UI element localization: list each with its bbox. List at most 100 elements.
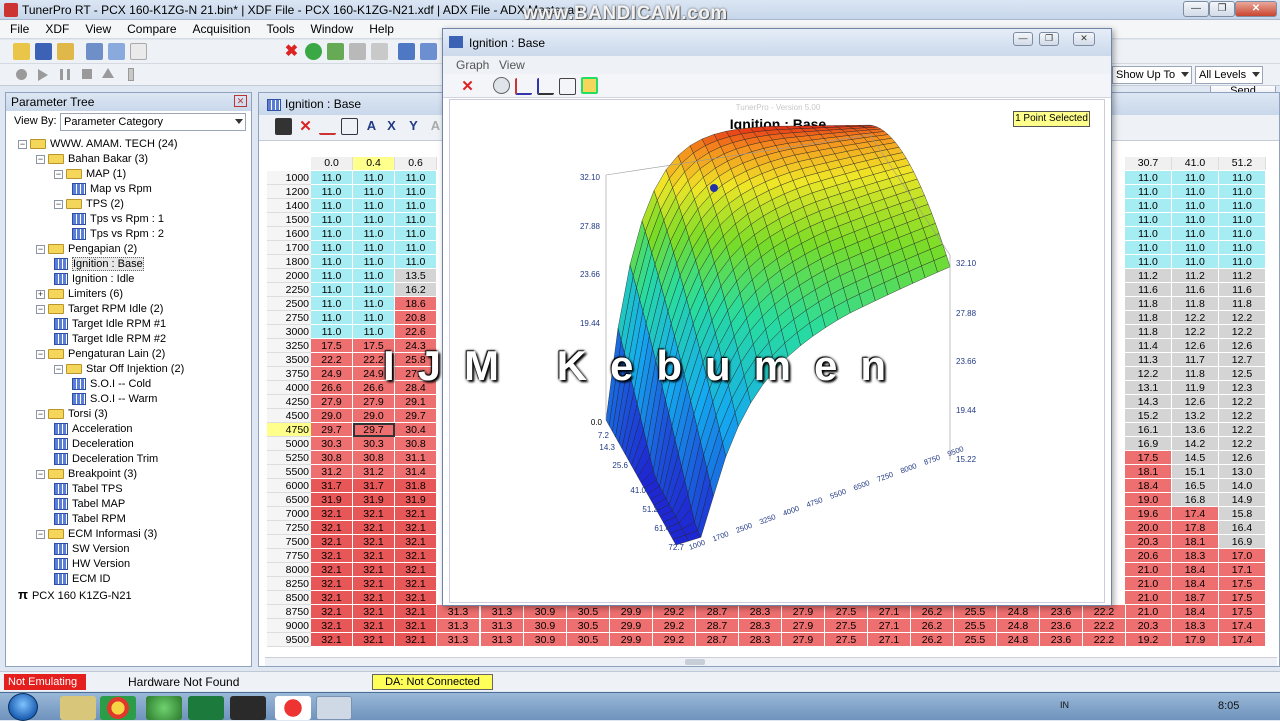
table-cell[interactable]: 18.1: [1125, 465, 1172, 479]
menu-xdf[interactable]: XDF: [35, 20, 75, 36]
table-cell[interactable]: 22.2: [1083, 619, 1126, 633]
table-cell[interactable]: 27.9: [353, 395, 395, 409]
row-header[interactable]: 5500: [267, 465, 311, 479]
table-cell[interactable]: 22.6: [395, 325, 437, 339]
table-cell[interactable]: 31.4: [395, 465, 437, 479]
column-header[interactable]: 30.7: [1125, 157, 1172, 170]
tree-node[interactable]: Deceleration Trim: [54, 452, 158, 467]
table-cell[interactable]: 30.5: [567, 633, 610, 647]
table-cell[interactable]: 15.1: [1172, 465, 1219, 479]
copy-icon[interactable]: [108, 43, 125, 60]
table-cell[interactable]: 12.6: [1219, 451, 1266, 465]
table-cell[interactable]: 11.0: [353, 213, 395, 227]
table-cell[interactable]: 16.8: [1172, 493, 1219, 507]
collapse-icon[interactable]: −: [36, 349, 45, 359]
table-cell[interactable]: 18.1: [1172, 535, 1219, 549]
table-cell[interactable]: 32.1: [353, 563, 395, 577]
table-cell[interactable]: 32.1: [311, 577, 353, 591]
table-cell[interactable]: 12.2: [1172, 311, 1219, 325]
pause-icon[interactable]: [60, 69, 70, 80]
table-cell[interactable]: 11.0: [1219, 199, 1266, 213]
table-cell[interactable]: 16.1: [1125, 423, 1172, 437]
table-cell[interactable]: 11.0: [311, 199, 353, 213]
table-cell[interactable]: 32.1: [311, 619, 353, 633]
table-cell[interactable]: 23.6: [1040, 605, 1083, 619]
column-header[interactable]: 41.0: [1172, 157, 1219, 170]
menu-file[interactable]: File: [0, 20, 35, 36]
collapse-icon[interactable]: −: [36, 304, 45, 314]
table-cell[interactable]: 31.3: [437, 605, 480, 619]
row-header[interactable]: 7750: [267, 549, 311, 563]
table-cell[interactable]: 18.3: [1172, 619, 1219, 633]
tree-node[interactable]: − TPS (2): [54, 197, 124, 212]
table-cell[interactable]: 21.0: [1125, 605, 1172, 619]
row-header[interactable]: 4250: [267, 395, 311, 409]
table-cell[interactable]: 29.1: [395, 395, 437, 409]
tree-node[interactable]: π PCX 160 K1ZG-N21: [18, 587, 132, 602]
table-cell[interactable]: 21.0: [1125, 563, 1172, 577]
row-header[interactable]: 1800: [267, 255, 311, 269]
tree-node[interactable]: − Star Off Injektion (2): [54, 362, 184, 377]
all-levels-dropdown[interactable]: All Levels: [1195, 66, 1263, 84]
table-cell[interactable]: 29.2: [653, 633, 696, 647]
table-cell[interactable]: 11.0: [311, 171, 353, 185]
table-cell[interactable]: 11.0: [311, 325, 353, 339]
table-cell[interactable]: 28.3: [739, 605, 782, 619]
table-cell[interactable]: 32.1: [311, 521, 353, 535]
table-cell[interactable]: 11.0: [395, 255, 437, 269]
row-header[interactable]: 7000: [267, 507, 311, 521]
table-cell[interactable]: 31.3: [481, 605, 524, 619]
column-header[interactable]: 51.2: [1219, 157, 1266, 170]
collapse-icon[interactable]: −: [54, 169, 63, 179]
table-cell[interactable]: 11.0: [311, 185, 353, 199]
table-cell[interactable]: 32.1: [311, 633, 353, 647]
table-cell[interactable]: 12.2: [1219, 437, 1266, 451]
table-cell[interactable]: 12.2: [1219, 311, 1266, 325]
table-cell[interactable]: 30.4: [395, 423, 437, 437]
stop-icon[interactable]: [82, 69, 92, 79]
table-cell[interactable]: 12.5: [1219, 367, 1266, 381]
table-cell[interactable]: 18.4: [1172, 605, 1219, 619]
row-header[interactable]: 4000: [267, 381, 311, 395]
tree-node[interactable]: − Bahan Bakar (3): [36, 152, 148, 167]
table-cell[interactable]: 11.7: [1172, 353, 1219, 367]
table-cell[interactable]: 17.5: [1125, 451, 1172, 465]
clock[interactable]: 8:05: [1218, 700, 1239, 712]
table-cell[interactable]: 27.1: [868, 633, 911, 647]
table-cell[interactable]: 11.0: [311, 311, 353, 325]
table-cell[interactable]: 25.5: [954, 633, 997, 647]
table-cell[interactable]: 28.7: [696, 619, 739, 633]
table-cell[interactable]: 32.1: [395, 633, 437, 647]
app2-taskbar-icon[interactable]: [188, 696, 224, 720]
row-header[interactable]: 1200: [267, 185, 311, 199]
table-cell[interactable]: 24.8: [997, 619, 1040, 633]
table-cell[interactable]: 17.5: [1219, 577, 1266, 591]
table-cell[interactable]: 11.0: [353, 283, 395, 297]
table-cell[interactable]: 11.2: [1219, 269, 1266, 283]
menu-graph-view[interactable]: View: [499, 58, 525, 72]
row-header[interactable]: 1600: [267, 227, 311, 241]
table-cell[interactable]: 29.2: [653, 619, 696, 633]
table-cell[interactable]: 21.0: [1125, 577, 1172, 591]
table-cell[interactable]: 11.0: [353, 255, 395, 269]
menu-help[interactable]: Help: [359, 20, 400, 36]
close-panel-icon[interactable]: ✕: [234, 95, 247, 107]
table-cell[interactable]: 11.0: [395, 171, 437, 185]
table-cell[interactable]: 27.9: [782, 605, 825, 619]
table-cell[interactable]: 29.2: [653, 605, 696, 619]
table-cell[interactable]: 16.4: [1219, 521, 1266, 535]
table-cell[interactable]: 31.2: [353, 465, 395, 479]
table-cell[interactable]: 24.8: [997, 633, 1040, 647]
tree-node[interactable]: Target Idle RPM #2: [54, 332, 166, 347]
color-map-icon[interactable]: [581, 77, 598, 94]
table-cell[interactable]: 12.2: [1219, 395, 1266, 409]
table-cell[interactable]: 31.3: [437, 619, 480, 633]
maximize-button[interactable]: ❐: [1039, 32, 1059, 46]
table-cell[interactable]: 13.2: [1172, 409, 1219, 423]
table-cell[interactable]: 17.0: [1219, 549, 1266, 563]
menu-graph[interactable]: Graph: [456, 58, 489, 72]
table-cell[interactable]: 17.5: [1219, 591, 1266, 605]
table-cell[interactable]: 11.0: [1172, 241, 1219, 255]
tree-node[interactable]: − WWW. AMAM. TECH (24): [18, 137, 178, 152]
table-cell[interactable]: 18.4: [1172, 563, 1219, 577]
